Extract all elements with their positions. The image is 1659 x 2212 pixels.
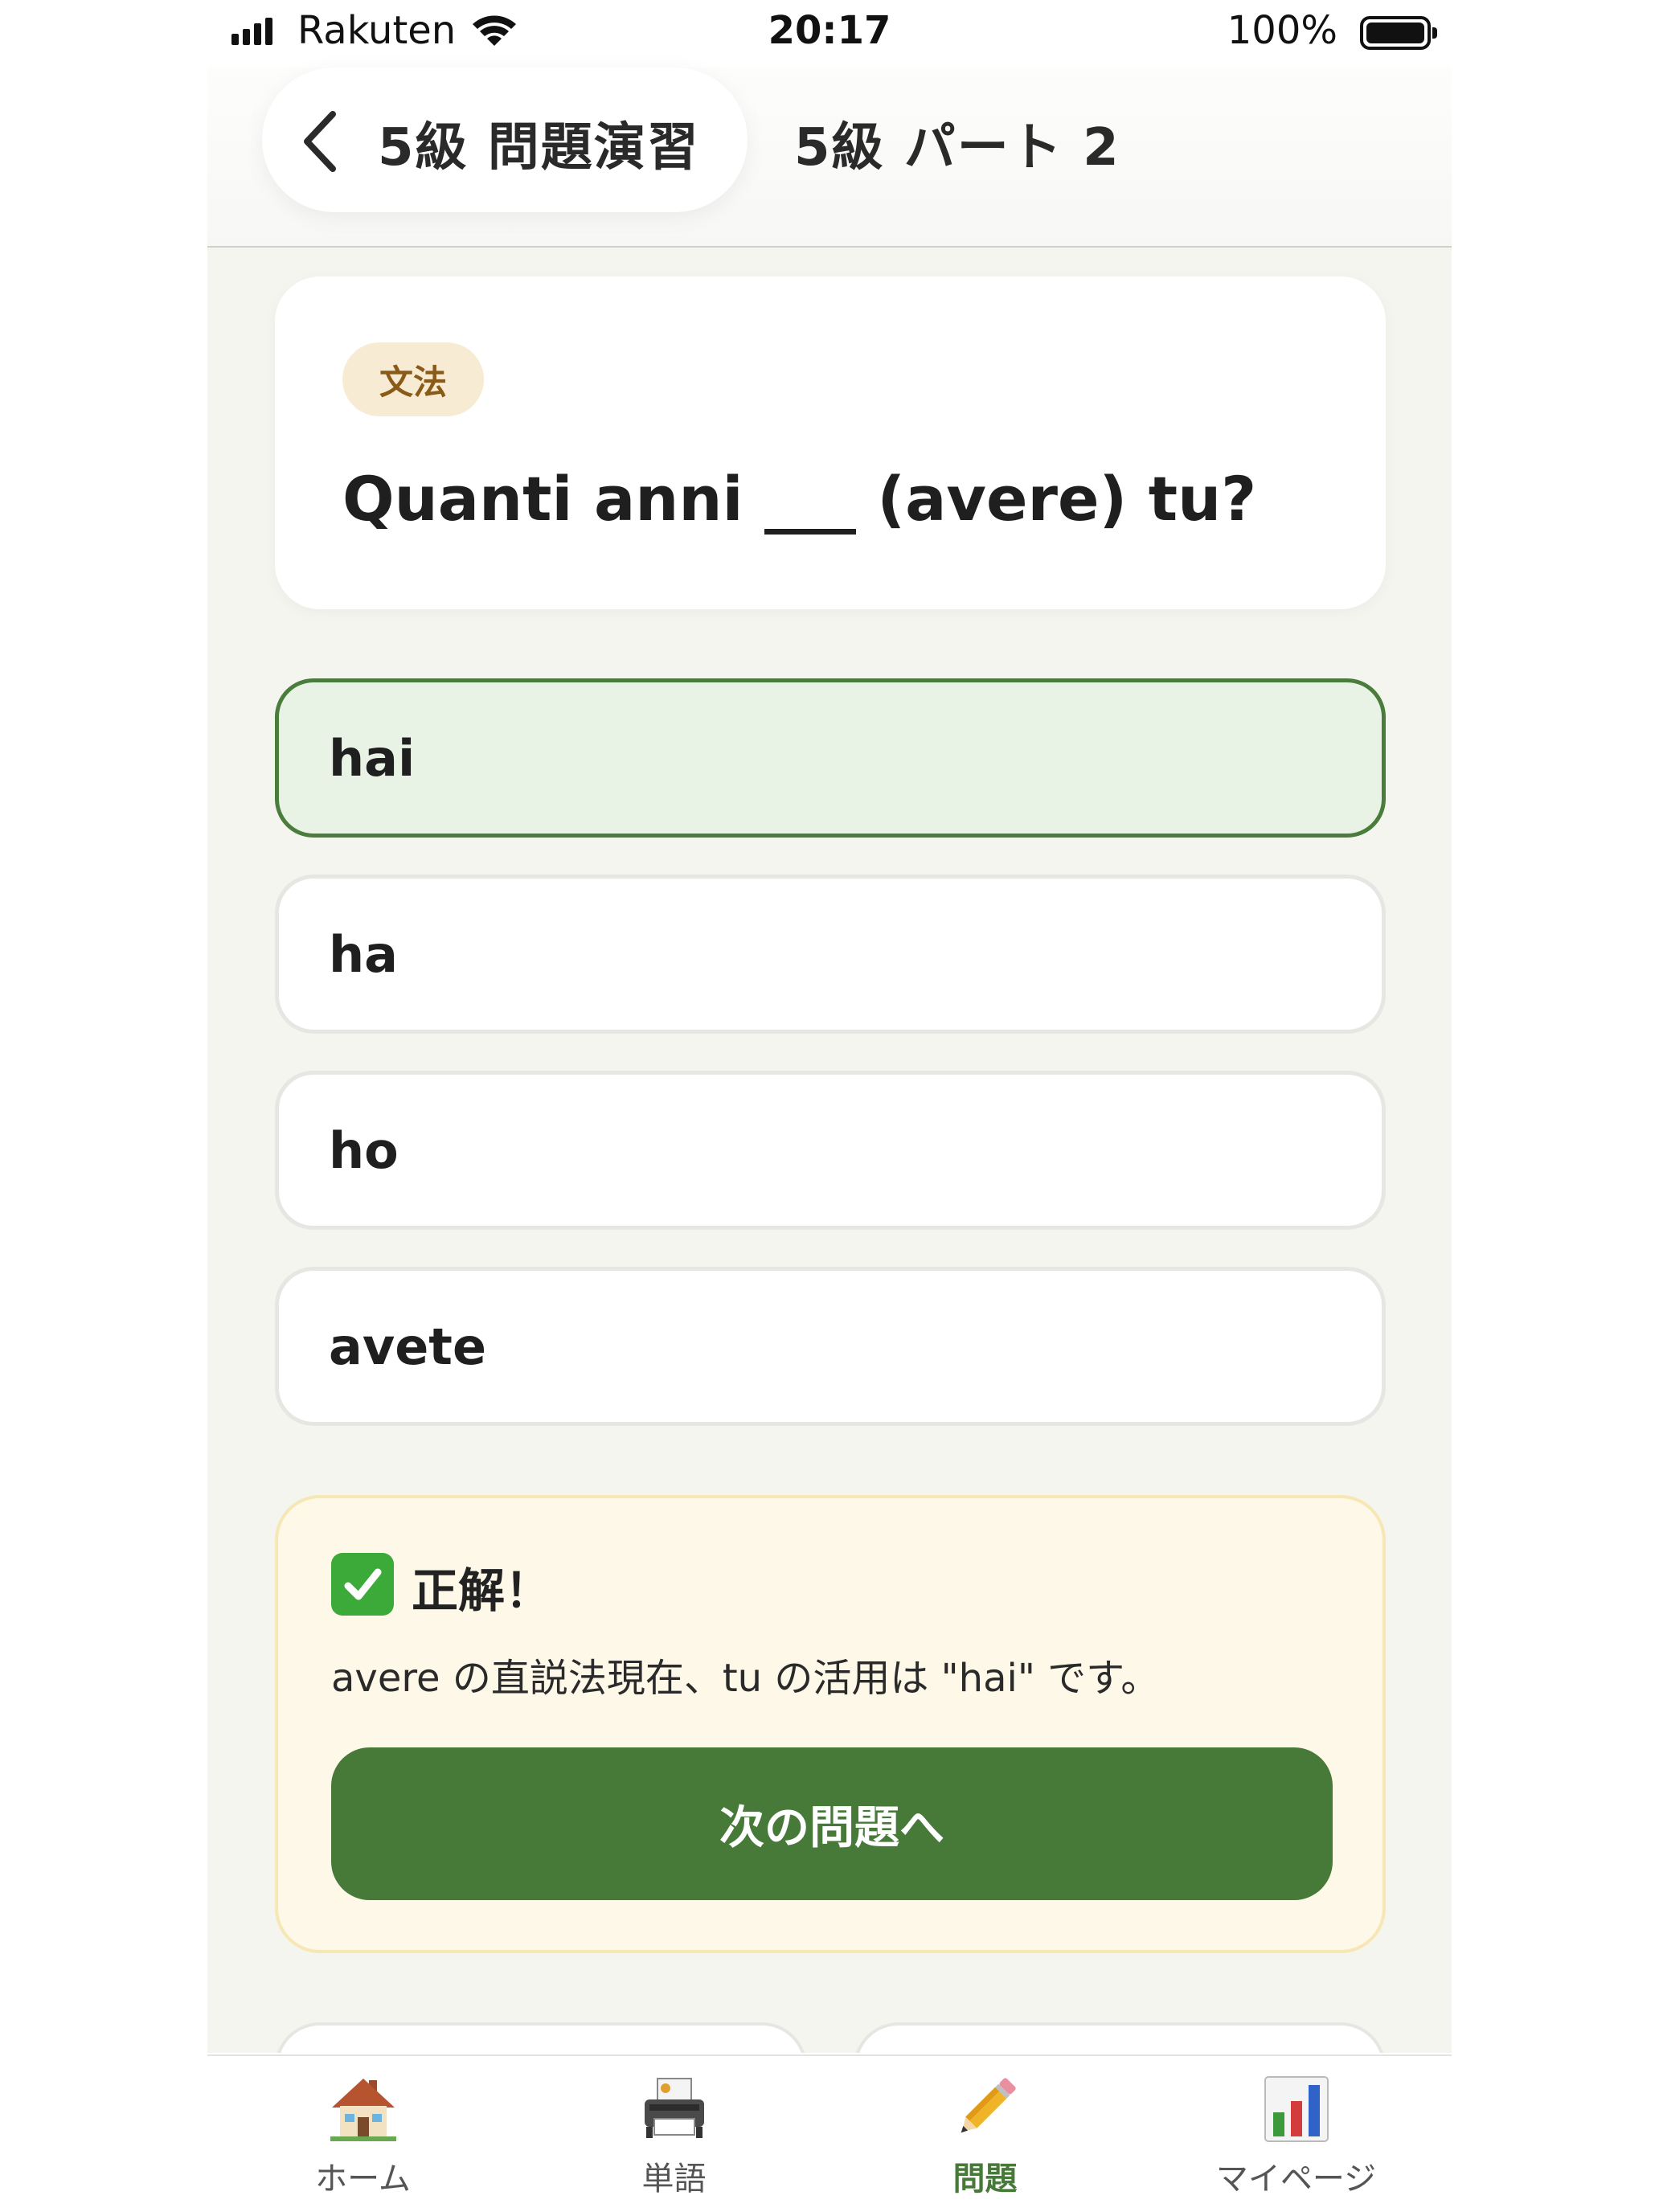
battery-percentage: 100% (1227, 8, 1337, 53)
house-icon (327, 2072, 399, 2144)
quiz-content[interactable]: 文法 Quanti anni ___ (avere) tu? hai ha ho… (207, 248, 1452, 2053)
tab-questions[interactable]: 問題 (830, 2056, 1141, 2212)
back-button-label: 5級 問題演習 (378, 118, 700, 178)
question-card: 文法 Quanti anni ___ (avere) tu? (275, 276, 1386, 609)
answer-option[interactable]: ha (275, 875, 1386, 1034)
printer-icon (638, 2072, 711, 2144)
tab-label: マイページ (1215, 2161, 1377, 2198)
answer-option-label: ho (329, 1120, 399, 1180)
answer-option[interactable]: ho (275, 1071, 1386, 1230)
back-button[interactable]: 5級 問題演習 (262, 68, 748, 212)
check-mark-icon (331, 1553, 394, 1616)
tab-home[interactable]: ホーム (207, 2056, 518, 2212)
tab-vocabulary[interactable]: 単語 (518, 2056, 830, 2212)
answer-option-label: hai (329, 728, 416, 788)
feedback-title: 正解！ (412, 1563, 552, 1618)
category-badge: 文法 (342, 342, 484, 416)
pencil-icon (949, 2072, 1022, 2144)
tab-label: 問題 (952, 2161, 1018, 2198)
chevron-left-icon (297, 109, 342, 177)
tab-label: 単語 (641, 2161, 707, 2198)
answer-option[interactable]: avete (275, 1267, 1386, 1426)
battery-icon (1360, 16, 1437, 50)
tab-label: ホーム (315, 2161, 411, 2198)
question-text: Quanti anni ___ (avere) tu? (342, 463, 1257, 535)
feedback-panel: 正解！ avere の直説法現在、tu の活用は "hai" です。 次の問題へ (275, 1495, 1386, 1953)
bar-chart-icon (1260, 2072, 1333, 2144)
navigation-header: 5級 問題演習 5級 パート 2 (207, 68, 1452, 248)
tab-mypage[interactable]: マイページ (1141, 2056, 1452, 2212)
app-screen: Rakuten 20:17 100% 5級 問題演習 5級 パート 2 文法 Q… (207, 0, 1452, 2212)
status-bar: Rakuten 20:17 100% (207, 0, 1452, 68)
answer-option-correct[interactable]: hai (275, 678, 1386, 838)
tab-bar: ホーム 単語 問題 マイページ (207, 2054, 1452, 2212)
next-question-button[interactable]: 次の問題へ (331, 1747, 1333, 1900)
action-card[interactable] (275, 2022, 807, 2053)
action-card[interactable] (854, 2022, 1386, 2053)
answer-option-label: ha (329, 924, 398, 984)
answer-option-label: avete (329, 1317, 486, 1376)
feedback-explanation: avere の直説法現在、tu の活用は "hai" です。 (331, 1656, 1160, 1701)
page-title: 5級 パート 2 (794, 118, 1120, 178)
